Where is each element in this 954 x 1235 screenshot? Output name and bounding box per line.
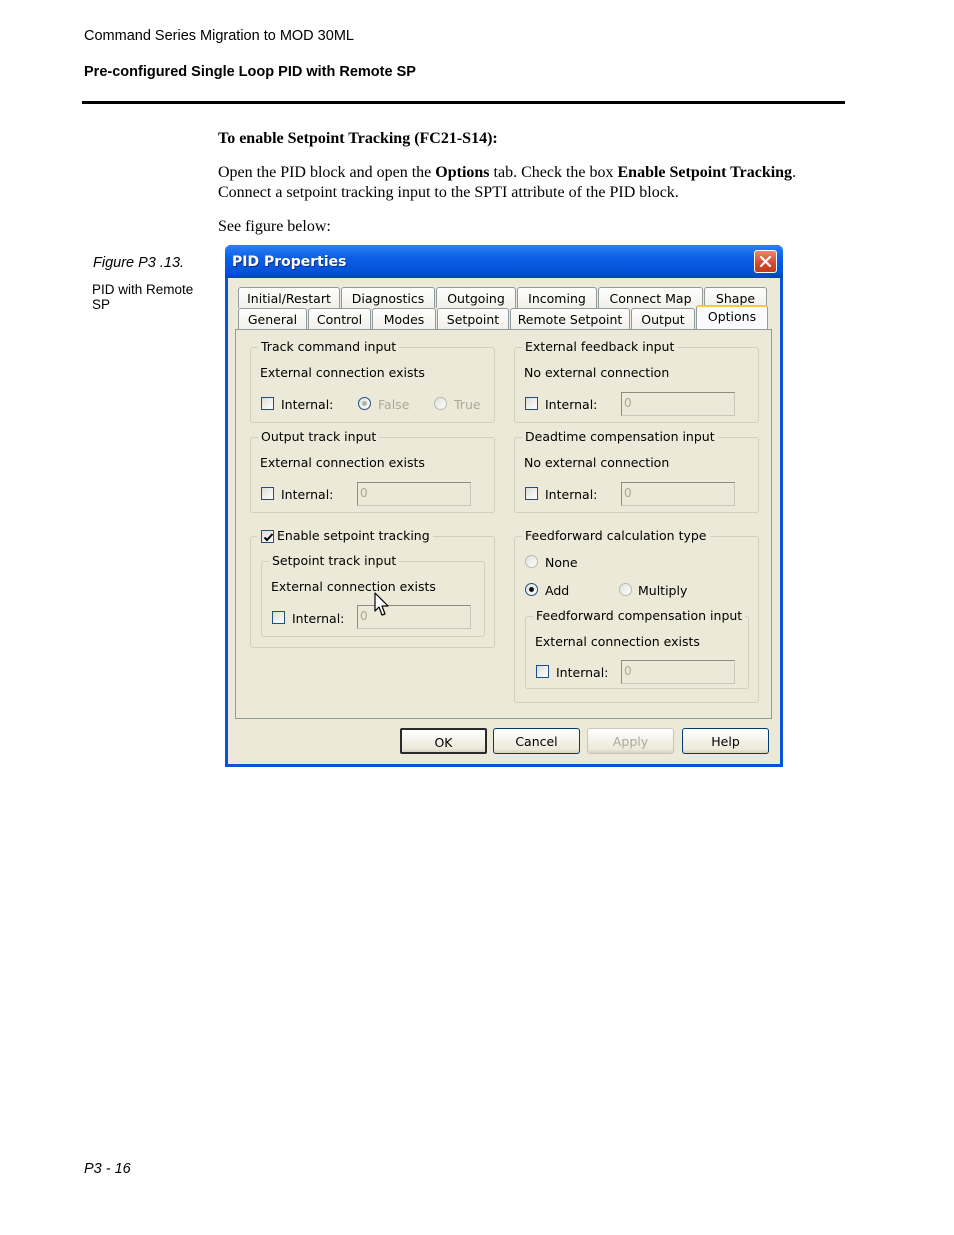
setpoint-track-internal-checkbox[interactable]: [272, 611, 285, 624]
feedforward-comp-value-field[interactable]: 0: [621, 660, 735, 684]
close-icon: [759, 255, 772, 268]
feedforward-add-radio[interactable]: [525, 583, 538, 596]
setpoint-track-input-group: Setpoint track input External connection…: [261, 553, 485, 637]
feedforward-comp-legend: Feedforward compensation input: [533, 608, 746, 623]
external-feedback-internal-checkbox[interactable]: [525, 397, 538, 410]
track-command-group: Track command input External connection …: [250, 339, 495, 423]
tab-initial-restart[interactable]: Initial/Restart: [238, 287, 340, 308]
feedforward-group: Feedforward calculation type None Add Mu…: [514, 528, 759, 703]
enable-setpoint-tracking-label: Enable setpoint tracking: [257, 528, 433, 543]
pid-properties-dialog: PID Properties Initial/Restart Diagnosti…: [225, 245, 783, 767]
track-command-true-label: True: [454, 397, 481, 412]
title-bar[interactable]: PID Properties: [225, 245, 783, 278]
tab-modes[interactable]: Modes: [372, 308, 436, 329]
track-command-false-radio[interactable]: [358, 397, 371, 410]
tab-connect-map[interactable]: Connect Map: [598, 287, 703, 308]
setpoint-tracking-group: Enable setpoint tracking Setpoint track …: [250, 528, 495, 648]
external-feedback-legend: External feedback input: [522, 339, 678, 354]
para-text: tab. Check the box: [489, 164, 618, 181]
dialog-title: PID Properties: [232, 254, 347, 270]
output-track-internal-checkbox[interactable]: [261, 487, 274, 500]
track-command-true-radio[interactable]: [434, 397, 447, 410]
feedforward-add-label: Add: [545, 583, 570, 598]
external-feedback-internal-label: Internal:: [545, 397, 598, 412]
tab-options[interactable]: Options: [696, 305, 768, 329]
output-track-internal-label: Internal:: [281, 487, 334, 502]
checkmark-icon: [263, 533, 274, 542]
mouse-pointer-icon: [374, 592, 389, 616]
feedforward-none-label: None: [545, 555, 578, 570]
figure-description: PID with Remote SP: [92, 282, 194, 312]
output-track-status: External connection exists: [260, 455, 425, 470]
external-feedback-value-field[interactable]: 0: [621, 392, 735, 416]
figure-caption: Figure P3 .13.: [93, 255, 185, 271]
setpoint-track-internal-label: Internal:: [292, 611, 345, 626]
header-rule: [82, 101, 845, 104]
feedforward-legend: Feedforward calculation type: [522, 528, 710, 543]
setpoint-track-legend: Setpoint track input: [269, 553, 400, 568]
track-command-legend: Track command input: [258, 339, 400, 354]
tab-diagnostics[interactable]: Diagnostics: [341, 287, 435, 308]
tab-general[interactable]: General: [238, 308, 307, 329]
external-feedback-group: External feedback input No external conn…: [514, 339, 759, 423]
track-command-status: External connection exists: [260, 365, 425, 380]
deadtime-group: Deadtime compensation input No external …: [514, 429, 759, 513]
instruction-paragraph: Open the PID block and open the Options …: [218, 163, 848, 203]
feedforward-comp-internal-checkbox[interactable]: [536, 665, 549, 678]
tab-outgoing[interactable]: Outgoing: [436, 287, 516, 308]
page-number: P3 - 16: [84, 1161, 131, 1177]
dialog-client: Initial/Restart Diagnostics Outgoing Inc…: [228, 278, 780, 764]
feedforward-multiply-radio[interactable]: [619, 583, 632, 596]
output-track-group: Output track input External connection e…: [250, 429, 495, 513]
section-title: Pre-configured Single Loop PID with Remo…: [84, 64, 416, 80]
track-command-internal-label: Internal:: [281, 397, 334, 412]
deadtime-legend: Deadtime compensation input: [522, 429, 718, 444]
feedforward-comp-internal-label: Internal:: [556, 665, 609, 680]
para-bold-enable: Enable Setpoint Tracking: [617, 164, 793, 181]
tab-remote-setpoint[interactable]: Remote Setpoint: [510, 308, 630, 329]
instruction-heading: To enable Setpoint Tracking (FC21-S14):: [218, 130, 498, 147]
deadtime-value-field[interactable]: 0: [621, 482, 735, 506]
apply-button[interactable]: Apply: [587, 728, 674, 754]
para-bold-options: Options: [435, 164, 490, 181]
feedforward-comp-status: External connection exists: [535, 634, 700, 649]
tab-output[interactable]: Output: [631, 308, 695, 329]
tab-row-1: Initial/Restart Diagnostics Outgoing Inc…: [238, 287, 768, 308]
see-figure-text: See figure below:: [218, 218, 331, 235]
deadtime-status: No external connection: [524, 455, 670, 470]
enable-setpoint-tracking-checkbox[interactable]: [261, 530, 274, 543]
cancel-button[interactable]: Cancel: [493, 728, 580, 754]
deadtime-internal-label: Internal:: [545, 487, 598, 502]
ok-button[interactable]: OK: [400, 728, 487, 754]
output-track-legend: Output track input: [258, 429, 380, 444]
para-text: Open the PID block and open the: [218, 164, 436, 181]
tab-setpoint[interactable]: Setpoint: [437, 308, 509, 329]
external-feedback-status: No external connection: [524, 365, 670, 380]
feedforward-multiply-label: Multiply: [638, 583, 688, 598]
feedforward-comp-group: Feedforward compensation input External …: [525, 608, 749, 689]
output-track-value-field[interactable]: 0: [357, 482, 471, 506]
track-command-false-label: False: [378, 397, 410, 412]
close-button[interactable]: [754, 250, 777, 273]
deadtime-internal-checkbox[interactable]: [525, 487, 538, 500]
track-command-internal-checkbox[interactable]: [261, 397, 274, 410]
tab-incoming[interactable]: Incoming: [517, 287, 597, 308]
document-title: Command Series Migration to MOD 30ML: [84, 28, 354, 44]
setpoint-track-status: External connection exists: [271, 579, 436, 594]
help-button[interactable]: Help: [682, 728, 769, 754]
tab-row-2: General Control Modes Setpoint Remote Se…: [238, 305, 769, 329]
feedforward-none-radio[interactable]: [525, 555, 538, 568]
tab-control[interactable]: Control: [308, 308, 371, 329]
